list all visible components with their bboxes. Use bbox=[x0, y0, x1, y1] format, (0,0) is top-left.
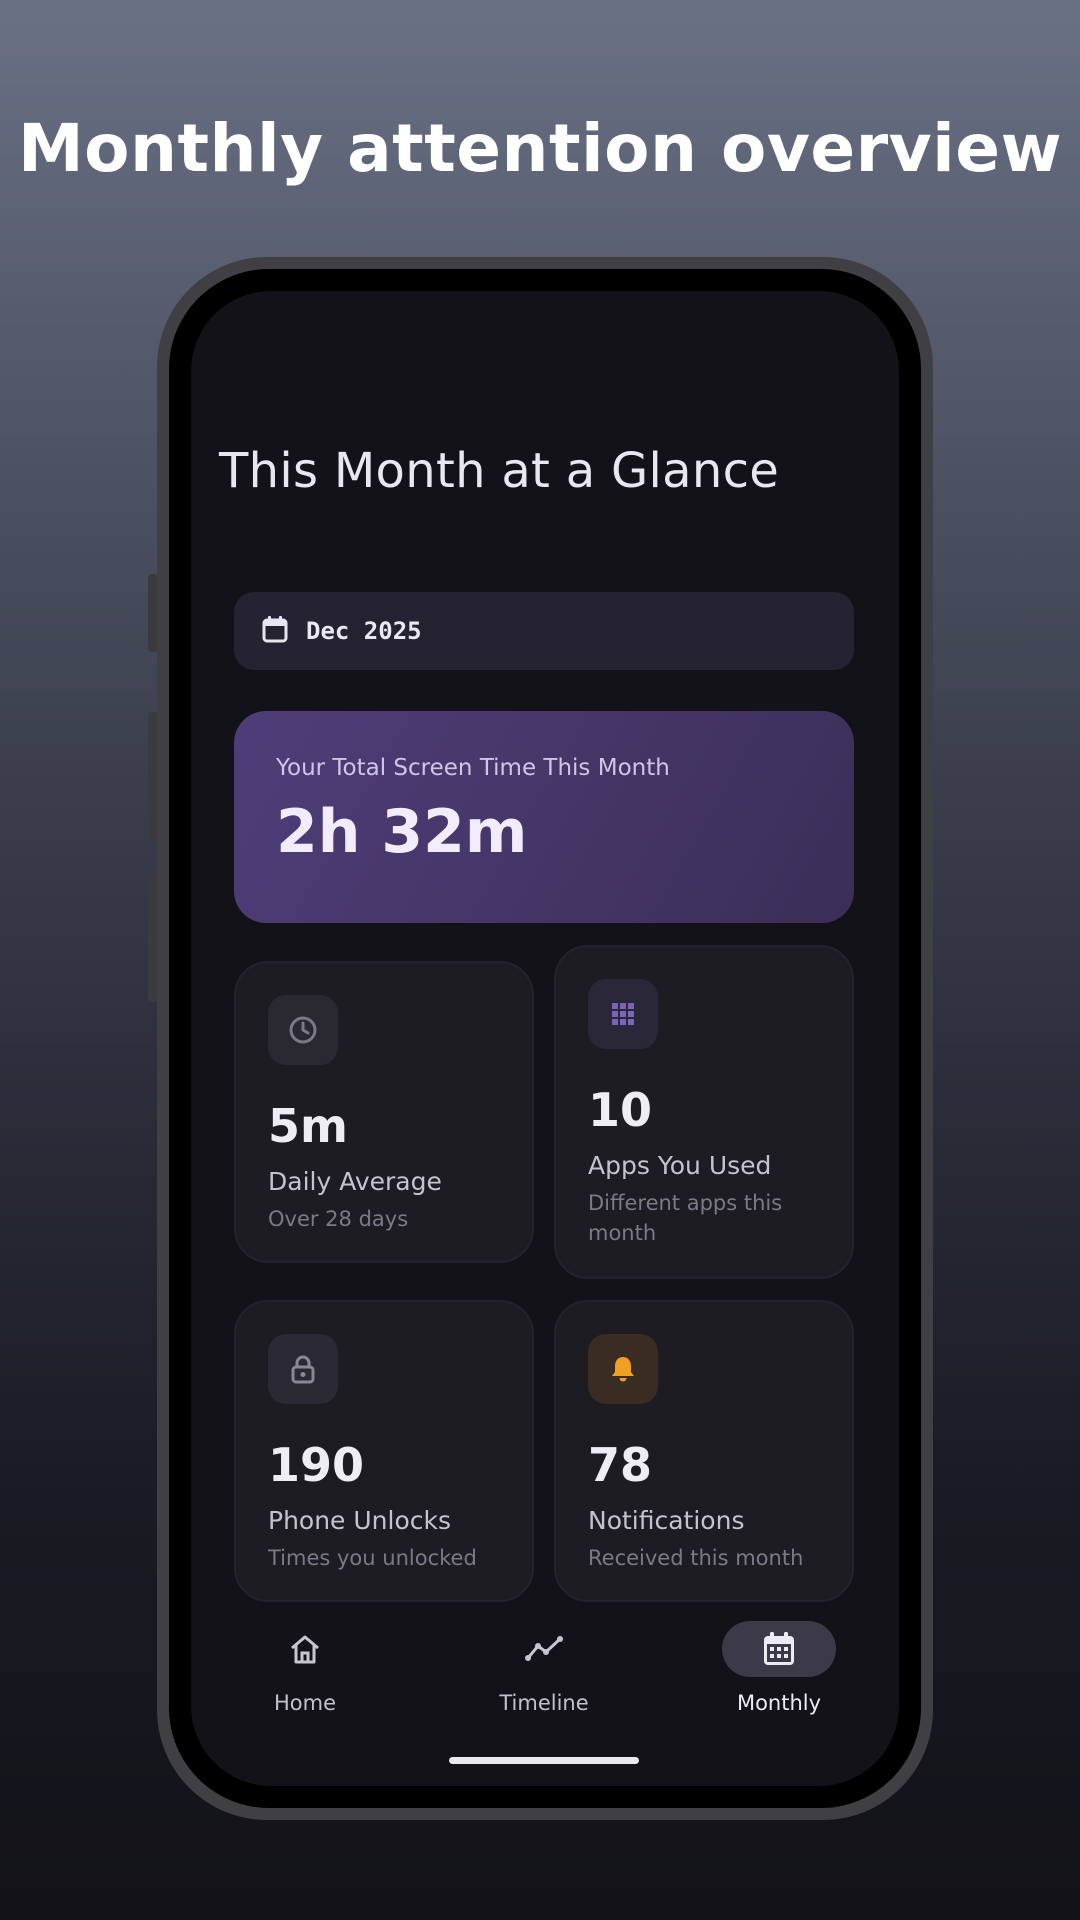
home-indicator[interactable] bbox=[449, 1757, 639, 1764]
notifications-label: Notifications bbox=[588, 1506, 745, 1535]
total-caption: Your Total Screen Time This Month bbox=[276, 755, 670, 781]
month-label: Dec 2025 bbox=[306, 617, 422, 645]
bottom-navigation: Home Timeline Monthly bbox=[191, 1621, 899, 1731]
total-screen-time-card: Your Total Screen Time This Month 2h 32m bbox=[234, 711, 854, 923]
total-value: 2h 32m bbox=[276, 797, 528, 867]
phone-unlocks-sub: Times you unlocked bbox=[268, 1546, 477, 1570]
apps-grid-icon bbox=[588, 979, 658, 1049]
phone-unlocks-label: Phone Unlocks bbox=[268, 1506, 452, 1535]
apps-used-label: Apps You Used bbox=[588, 1151, 772, 1180]
daily-average-sub: Over 28 days bbox=[268, 1207, 409, 1231]
nav-label-timeline: Timeline bbox=[499, 1691, 589, 1715]
nav-item-timeline[interactable]: Timeline bbox=[464, 1621, 624, 1715]
lock-icon bbox=[268, 1334, 338, 1404]
month-selector[interactable]: Dec 2025 bbox=[234, 592, 854, 670]
notifications-card[interactable]: 78 Notifications Received this month bbox=[554, 1300, 854, 1602]
bell-icon bbox=[588, 1334, 658, 1404]
daily-average-value: 5m bbox=[268, 1099, 348, 1153]
notifications-value: 78 bbox=[588, 1438, 653, 1492]
calendar-grid-icon bbox=[722, 1621, 836, 1677]
home-icon bbox=[248, 1621, 362, 1677]
calendar-icon bbox=[262, 615, 288, 647]
phone-frame: This Month at a Glance Dec 2025 Your Tot… bbox=[157, 257, 933, 1820]
phone-unlocks-card[interactable]: 190 Phone Unlocks Times you unlocked bbox=[234, 1300, 534, 1602]
apps-used-card[interactable]: 10 Apps You Used Different apps this mon… bbox=[554, 945, 854, 1279]
phone-unlocks-value: 190 bbox=[268, 1438, 365, 1492]
page-title: This Month at a Glance bbox=[219, 443, 780, 499]
nav-label-home: Home bbox=[273, 1691, 336, 1715]
apps-used-sub: Different apps this month bbox=[588, 1191, 783, 1245]
clock-icon bbox=[268, 995, 338, 1065]
promo-headline: Monthly attention overview bbox=[17, 110, 1063, 187]
nav-item-monthly[interactable]: Monthly bbox=[699, 1621, 859, 1715]
apps-used-value: 10 bbox=[588, 1083, 653, 1137]
notifications-sub: Received this month bbox=[588, 1546, 804, 1570]
nav-item-home[interactable]: Home bbox=[225, 1621, 385, 1715]
nav-label-monthly: Monthly bbox=[736, 1691, 822, 1715]
phone-bezel: This Month at a Glance Dec 2025 Your Tot… bbox=[169, 269, 921, 1808]
daily-average-label: Daily Average bbox=[268, 1167, 442, 1196]
daily-average-card[interactable]: 5m Daily Average Over 28 days bbox=[234, 961, 534, 1263]
app-screen: This Month at a Glance Dec 2025 Your Tot… bbox=[191, 291, 899, 1786]
timeline-icon bbox=[487, 1621, 601, 1677]
